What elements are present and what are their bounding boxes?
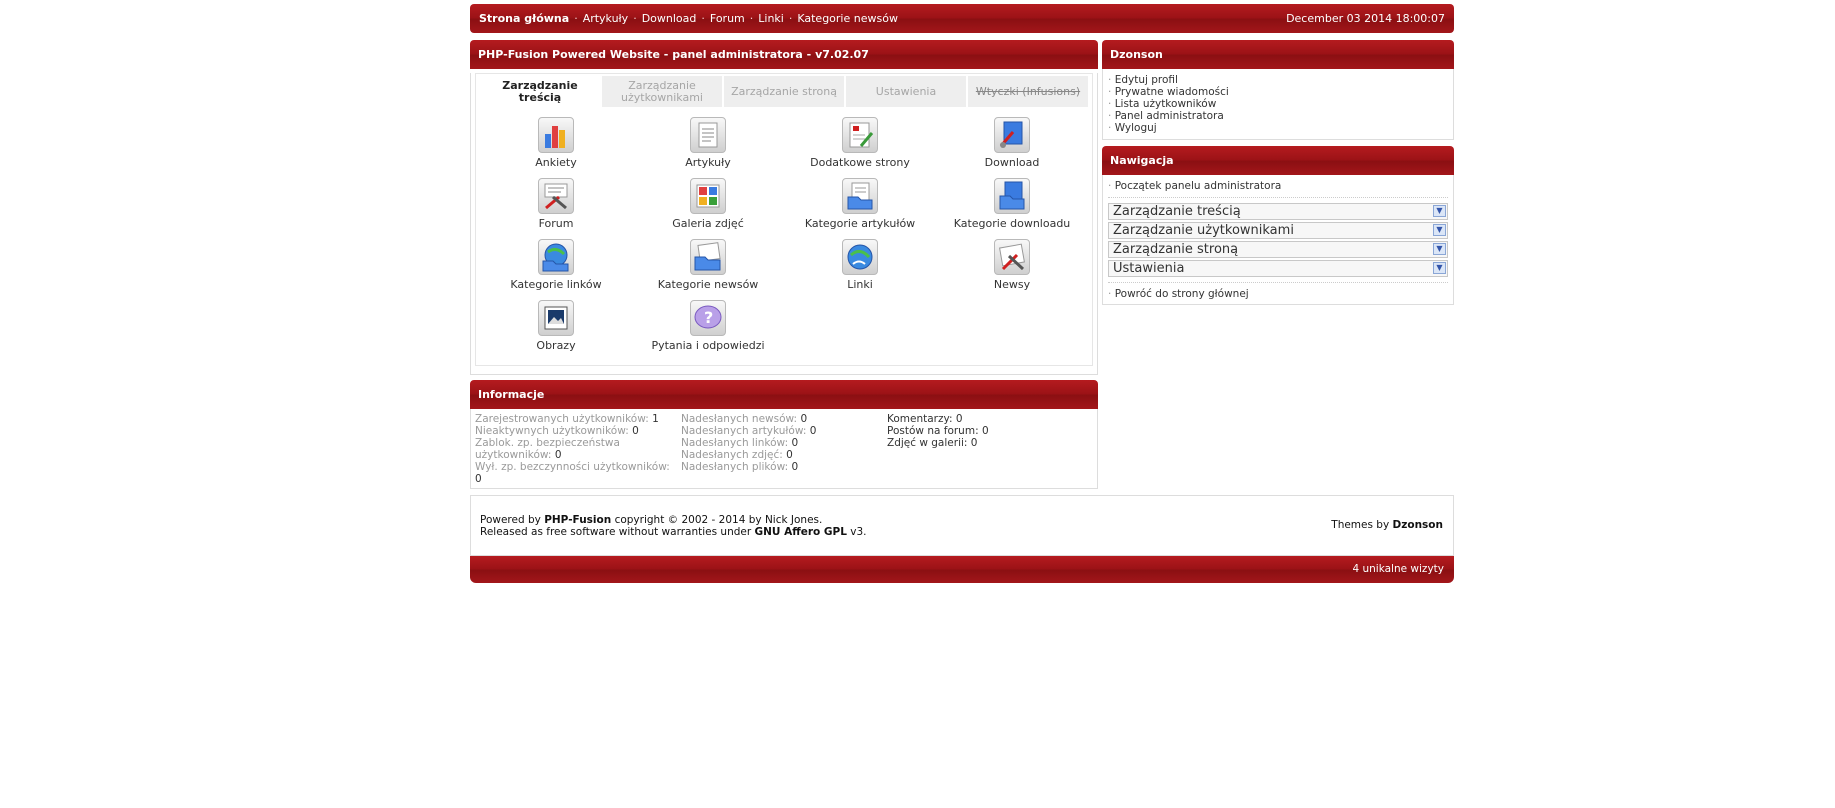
chevron-down-icon: ▼ [1433,205,1446,217]
admin-panel-title: PHP-Fusion Powered Website - panel admin… [470,40,1098,69]
forum-icon [538,178,574,214]
polls-icon [538,117,574,153]
admin-item-polls[interactable]: Ankiety [480,117,632,176]
info-column-submissions: Nadesłanych newsów: 0 Nadesłanych artyku… [681,413,817,473]
admin-item-label: Artykuły [685,156,731,169]
admin-item-label: Newsy [993,278,1031,291]
admin-item-label: Ankiety [535,156,577,169]
chevron-down-icon: ▼ [1433,243,1446,255]
tab-settings[interactable]: Ustawienia [846,76,966,107]
news-categories-icon [690,239,726,275]
current-datetime: December 03 2014 18:00:07 [1286,12,1445,25]
tab-site-management[interactable]: Zarządzanie stroną [724,76,844,107]
admin-item-photo-gallery[interactable]: Galeria zdjęć [632,178,784,237]
news-icon [994,239,1030,275]
admin-start-link[interactable]: Początek panelu administratora [1108,180,1448,192]
logout-link[interactable]: Wyloguj [1108,122,1448,134]
content-management-select[interactable]: Zarządzanie treścią ▼ [1108,203,1448,220]
members-list-link[interactable]: Lista użytkowników [1108,98,1448,110]
admin-icon-grid: Ankiety Artykuły Dodatkowe strony Downlo… [480,117,1088,359]
tab-content-management[interactable]: Zarządzanie treścią [480,76,600,107]
images-icon [538,300,574,336]
admin-item-label: Pytania i odpowiedzi [651,339,765,352]
php-fusion-link[interactable]: PHP-Fusion [544,514,611,526]
download-categories-icon [994,178,1030,214]
settings-select[interactable]: Ustawienia ▼ [1108,260,1448,277]
nav-link-links[interactable]: Linki [758,12,784,25]
admin-item-label: Dodatkowe strony [810,156,910,169]
license-link[interactable]: GNU Affero GPL [755,526,847,538]
back-to-home-link[interactable]: Powróć do strony głównej [1108,288,1448,300]
top-navigation-bar: Strona główna · Artykuły · Download · Forum · Li… [470,4,1454,33]
nav-link-download[interactable]: Download [642,12,697,25]
admin-item-images[interactable]: Obrazy [480,300,632,359]
admin-item-label: Obrazy [536,339,576,352]
links-icon [842,239,878,275]
photo-gallery-icon [690,178,726,214]
footer-box: Powered by PHP-Fusion copyright © 2002 -… [470,495,1454,556]
user-panel-title: Dzonson [1102,40,1454,69]
navigation-panel-title: Nawigacja [1102,146,1454,175]
admin-item-label: Galeria zdjęć [672,217,744,230]
nav-link-news-categories[interactable]: Kategorie newsów [797,12,898,25]
articles-icon [690,117,726,153]
tab-infusions[interactable]: Wtyczki (Infusions) [968,76,1088,107]
info-column-stats: Komentarzy: 0 Postów na forum: 0 Zdjęć w… [887,413,989,449]
download-icon [994,117,1030,153]
link-categories-icon [538,239,574,275]
theme-author-link[interactable]: Dzonson [1393,519,1443,531]
admin-item-label: Kategorie linków [510,278,602,291]
info-panel: Zarejestrowanych użytkowników: 1 Nieakty… [470,409,1098,489]
admin-item-links[interactable]: Linki [784,239,936,298]
divider [1108,197,1448,198]
admin-item-label: Download [984,156,1040,169]
footer: Powered by PHP-Fusion copyright © 2002 -… [470,495,1454,583]
footer-copyright: Powered by PHP-Fusion copyright © 2002 -… [480,514,867,538]
admin-item-news[interactable]: Newsy [936,239,1088,298]
admin-item-label: Kategorie newsów [657,278,759,291]
nav-link-forum[interactable]: Forum [710,12,745,25]
admin-item-articles[interactable]: Artykuły [632,117,784,176]
admin-item-link-categories[interactable]: Kategorie linków [480,239,632,298]
admin-item-label: Forum [538,217,574,230]
admin-item-label: Kategorie artykułów [804,217,916,230]
info-panel-title: Informacje [470,380,1098,409]
admin-tabs: Zarządzanie treścią Zarządzanie użytkown… [480,76,1088,107]
admin-panel-link[interactable]: Panel administratora [1108,110,1448,122]
user-management-select[interactable]: Zarządzanie użytkownikami ▼ [1108,222,1448,239]
admin-item-label: Linki [847,278,873,291]
info-column-users: Zarejestrowanych użytkowników: 1 Nieakty… [475,413,670,485]
nav-link-articles[interactable]: Artykuły [583,12,629,25]
article-categories-icon [842,178,878,214]
faq-icon: ? [690,300,726,336]
top-nav-links: Strona główna · Artykuły · Download · Forum · Li… [479,12,898,25]
admin-item-custom-pages[interactable]: Dodatkowe strony [784,117,936,176]
admin-item-news-categories[interactable]: Kategorie newsów [632,239,784,298]
visit-counter: 4 unikalne wizyty [470,556,1454,583]
admin-item-label: Kategorie downloadu [953,217,1071,230]
admin-item-forum[interactable]: Forum [480,178,632,237]
footer-theme-credit: Themes by Dzonson [1331,519,1443,531]
admin-item-download[interactable]: Download [936,117,1088,176]
nav-link-home[interactable]: Strona główna [479,12,569,25]
user-panel: Edytuj profil Prywatne wiadomości Lista … [1102,69,1454,140]
divider [1108,282,1448,283]
admin-item-article-categories[interactable]: Kategorie artykułów [784,178,936,237]
admin-panel: Zarządzanie treścią Zarządzanie użytkown… [470,73,1098,375]
chevron-down-icon: ▼ [1433,224,1446,236]
navigation-panel: Początek panelu administratora Zarządzan… [1102,175,1454,305]
admin-item-faq[interactable]: ? Pytania i odpowiedzi [632,300,784,359]
edit-profile-link[interactable]: Edytuj profil [1108,74,1448,86]
chevron-down-icon: ▼ [1433,262,1446,274]
tab-user-management[interactable]: Zarządzanie użytkownikami [602,76,722,107]
private-messages-link[interactable]: Prywatne wiadomości [1108,86,1448,98]
custom-pages-icon [842,117,878,153]
svg-text:?: ? [704,308,713,327]
admin-item-download-categories[interactable]: Kategorie downloadu [936,178,1088,237]
site-management-select[interactable]: Zarządzanie stroną ▼ [1108,241,1448,258]
